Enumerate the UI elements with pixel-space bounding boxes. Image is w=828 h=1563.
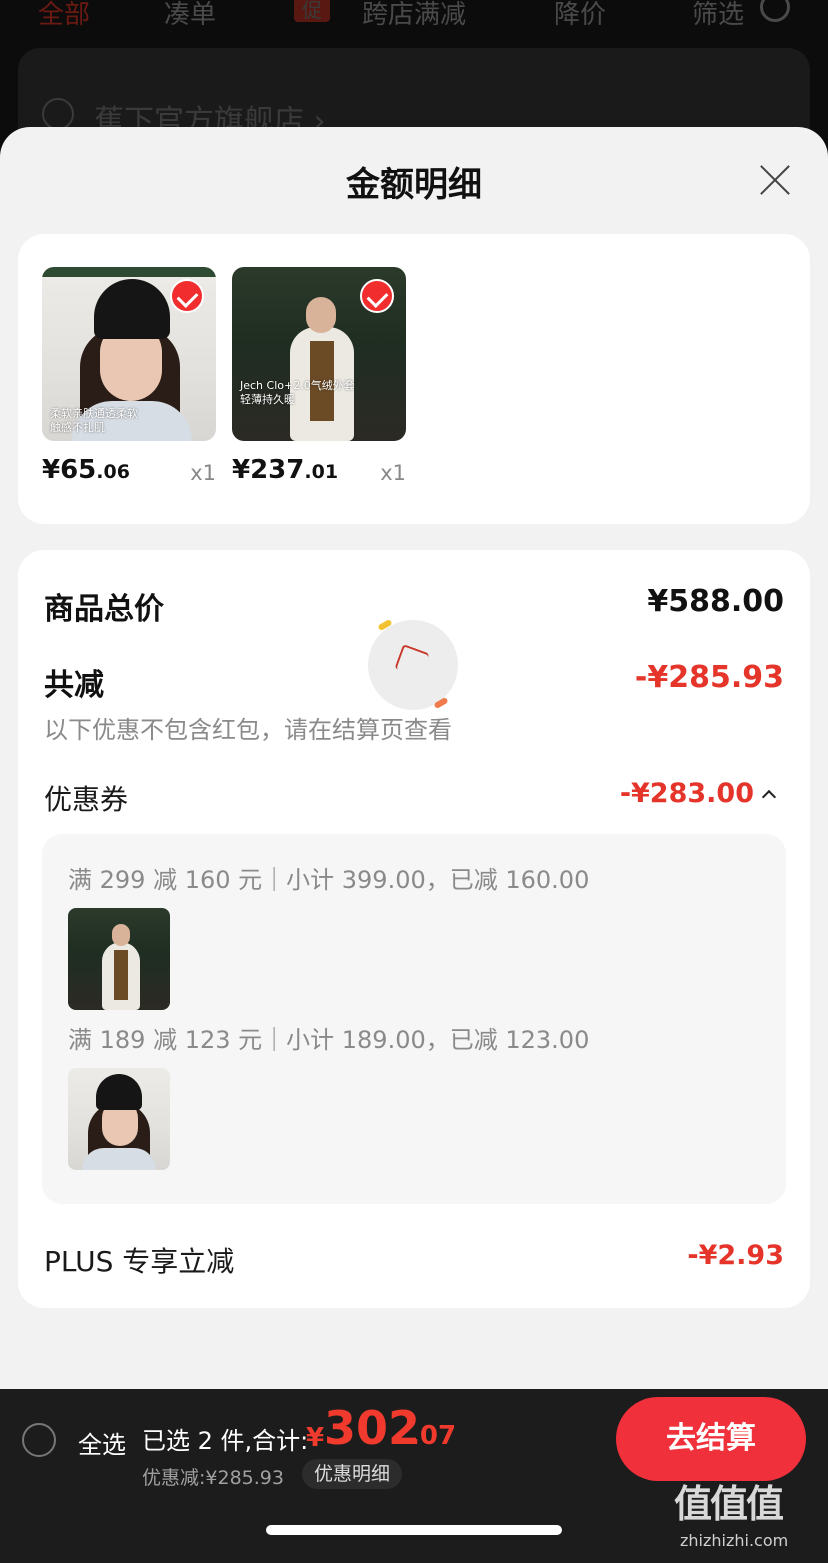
coupon-label[interactable]: 优惠券 — [44, 778, 128, 818]
product-item[interactable]: 柔软亲肤通透柔软 触感不扎肌 ¥65.06 x1 — [42, 267, 216, 485]
sheet-title: 金额明细 — [346, 165, 482, 205]
select-all-label[interactable]: 全选 — [78, 1425, 126, 1460]
total-reduce-label: 共减 — [44, 668, 104, 703]
checkout-bar: 全选 已选 2 件,合计: ¥ 302 .07 优惠减:¥285.93 优惠明细… — [0, 1389, 828, 1563]
coupon-value[interactable]: -¥283.00 — [620, 778, 754, 809]
check-icon[interactable] — [360, 279, 394, 313]
chevron-up-icon[interactable] — [761, 789, 777, 805]
plus-discount-value: -¥2.93 — [687, 1240, 784, 1271]
coupon-product-thumbnail — [68, 1068, 170, 1170]
coupon-detail-box: 满 299 减 160 元｜小计 399.00，已减 160.00 满 189 … — [42, 834, 786, 1204]
total-reduce-value: -¥285.93 — [634, 660, 784, 695]
total-currency: ¥ — [306, 1423, 325, 1453]
product-thumbnail[interactable]: Jech Clo+2.0气绒外套 轻薄持久暖 — [232, 267, 406, 441]
total-cents: .07 — [410, 1421, 457, 1451]
plus-discount-label: PLUS 专享立减 — [44, 1245, 235, 1278]
total-price-value: ¥588.00 — [647, 584, 784, 619]
tab-cross-store[interactable]: 跨店满减 — [362, 0, 466, 31]
product-item[interactable]: Jech Clo+2.0气绒外套 轻薄持久暖 ¥237.01 x1 — [232, 267, 406, 485]
products-card: 柔软亲肤通透柔软 触感不扎肌 ¥65.06 x1 Jech Clo+2.0气绒外… — [18, 234, 810, 524]
product-caption: Jech Clo+2.0气绒外套 轻薄持久暖 — [240, 379, 355, 406]
product-price: ¥237.01 — [232, 455, 339, 485]
coupon-product-thumbnail — [68, 908, 170, 1010]
total-price-label: 商品总价 — [44, 592, 164, 627]
check-icon[interactable] — [170, 279, 204, 313]
total-amount: 302 — [324, 1401, 421, 1455]
promo-badge: 促 — [294, 0, 330, 22]
checkout-button[interactable]: 去结算 — [616, 1397, 806, 1481]
close-icon[interactable] — [758, 163, 792, 197]
coupon-rule: 满 189 减 123 元｜小计 189.00，已减 123.00 — [68, 1026, 590, 1054]
tab-filter[interactable]: 筛选 — [692, 0, 744, 31]
discount-detail-button[interactable]: 优惠明细 — [302, 1459, 403, 1489]
tab-bundle[interactable]: 凑单 — [164, 0, 216, 31]
selected-summary: 已选 2 件,合计: — [142, 1427, 309, 1455]
product-qty: x1 — [380, 461, 406, 485]
discount-note: 以下优惠不包含红包，请在结算页查看 — [44, 716, 452, 744]
product-qty: x1 — [190, 461, 216, 485]
product-price: ¥65.06 — [42, 455, 130, 485]
loading-spinner — [368, 618, 458, 710]
discount-amount: 优惠减:¥285.93 — [142, 1467, 284, 1489]
store-select-radio[interactable] — [42, 98, 74, 130]
product-thumbnail[interactable]: 柔软亲肤通透柔软 触感不扎肌 — [42, 267, 216, 441]
watermark-logo: 值值值 — [674, 1482, 784, 1526]
background-tabs: 全部 凑单 促 跨店满减 降价 筛选 — [0, 0, 828, 40]
select-all-radio[interactable] — [22, 1423, 56, 1457]
tab-price-drop[interactable]: 降价 — [554, 0, 606, 31]
amount-detail-sheet: 金额明细 柔软亲肤通透柔软 触感不扎肌 ¥65.06 x1 Jech Clo+2… — [0, 127, 828, 1389]
home-indicator — [266, 1525, 562, 1535]
search-icon[interactable] — [760, 0, 790, 22]
product-caption: 柔软亲肤通透柔软 触感不扎肌 — [50, 407, 138, 434]
tab-all[interactable]: 全部 — [38, 0, 90, 31]
coupon-rule: 满 299 减 160 元｜小计 399.00，已减 160.00 — [68, 866, 590, 894]
watermark-url: zhizhizhi.com — [680, 1531, 789, 1550]
